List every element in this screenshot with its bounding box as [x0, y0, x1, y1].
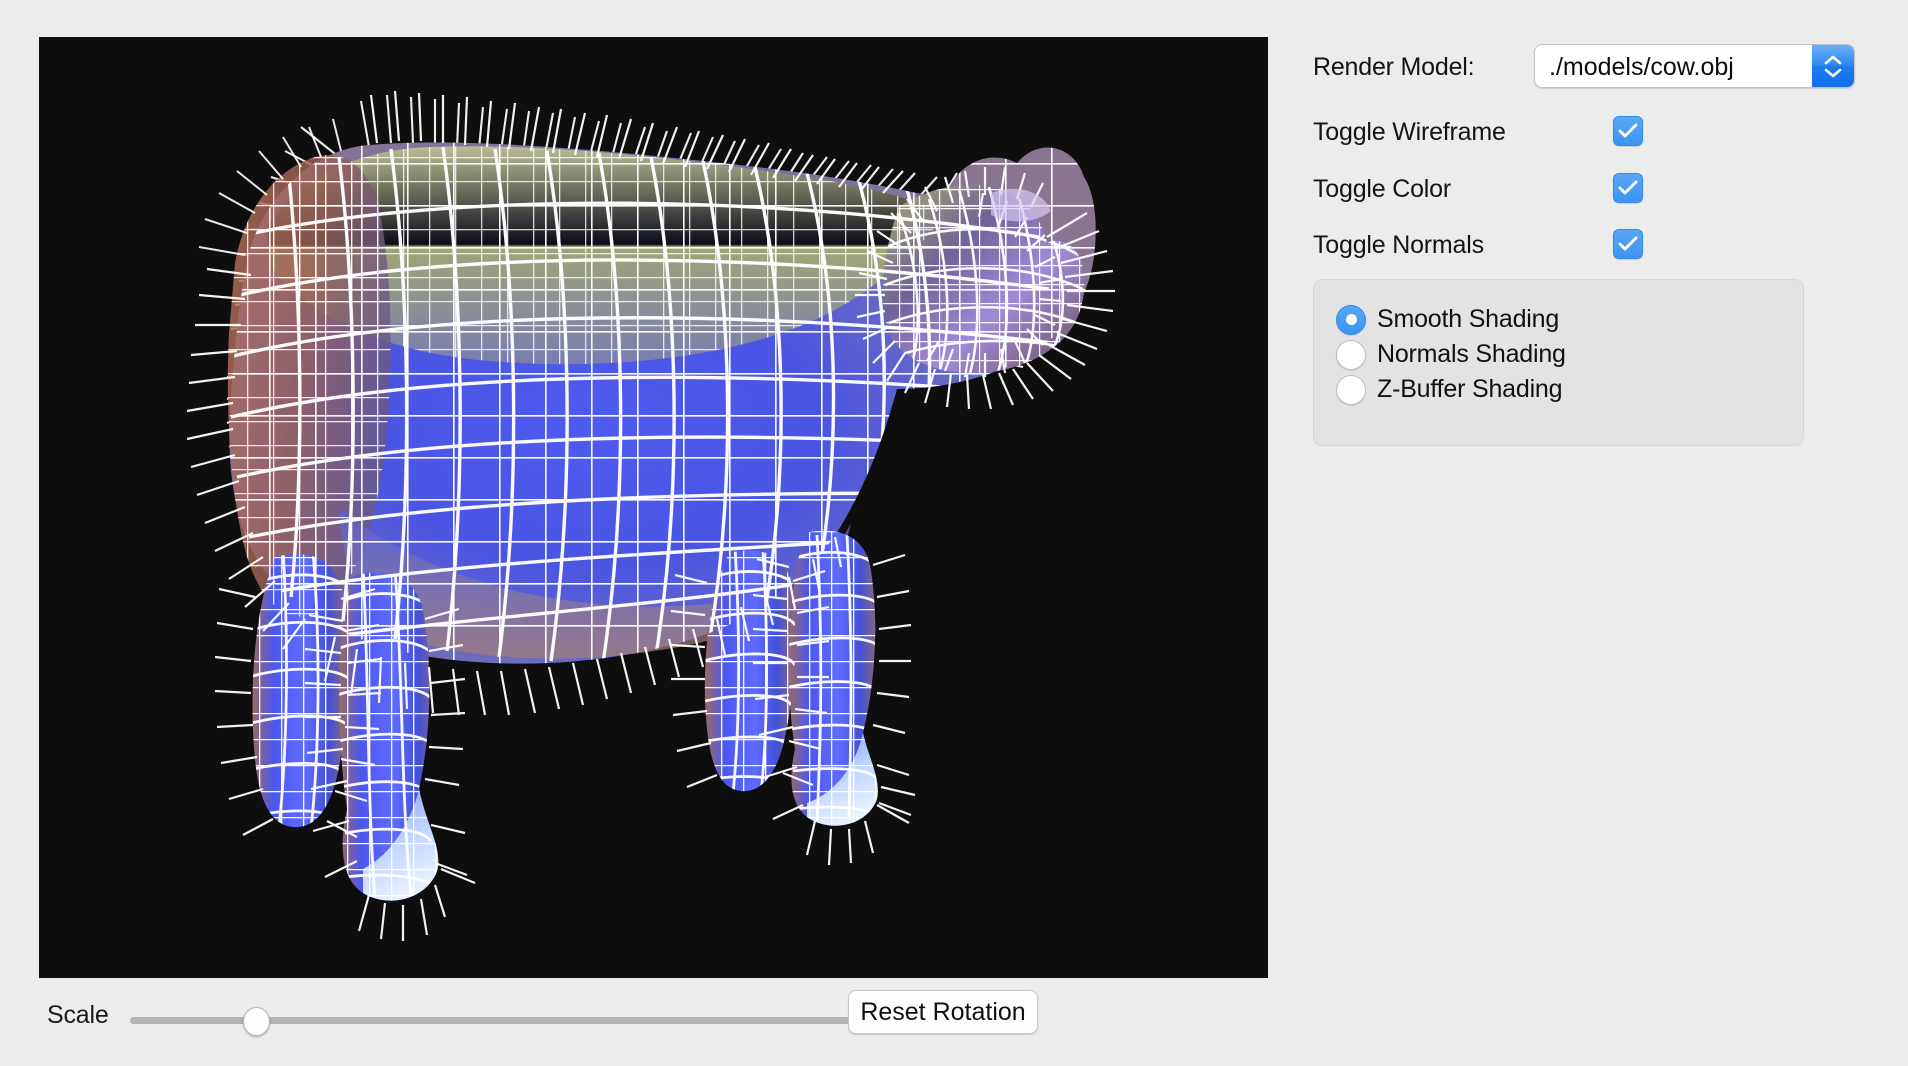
render-model-row: Render Model: ./models/cow.obj — [1313, 44, 1873, 89]
reset-rotation-button[interactable]: Reset Rotation — [848, 990, 1038, 1034]
toggle-normals-row[interactable]: Toggle Normals — [1313, 227, 1873, 267]
toggle-wireframe-label: Toggle Wireframe — [1313, 118, 1506, 146]
select-stepper[interactable] — [1812, 45, 1854, 87]
render-viewport[interactable] — [39, 37, 1268, 978]
shading-mode-group: Smooth Shading Normals Shading Z-Buffer … — [1313, 279, 1804, 446]
radio-zbuffer-shading[interactable]: Z-Buffer Shading — [1336, 372, 1563, 407]
model-render — [39, 37, 1268, 978]
checkmark-icon — [1618, 123, 1638, 138]
radio-normals-shading-label: Normals Shading — [1377, 340, 1566, 368]
scale-label: Scale — [47, 1001, 109, 1029]
chevron-down-icon — [1824, 68, 1842, 77]
radio-zbuffer-shading-control[interactable] — [1336, 374, 1366, 405]
toggle-wireframe-row[interactable]: Toggle Wireframe — [1313, 114, 1873, 154]
radio-smooth-shading-control[interactable] — [1336, 304, 1366, 335]
render-model-value: ./models/cow.obj — [1549, 53, 1734, 81]
radio-zbuffer-shading-label: Z-Buffer Shading — [1377, 375, 1563, 403]
toggle-color-row[interactable]: Toggle Color — [1313, 171, 1873, 211]
radio-normals-shading[interactable]: Normals Shading — [1336, 337, 1566, 372]
toggle-color-checkbox[interactable] — [1613, 173, 1643, 203]
toggle-normals-label: Toggle Normals — [1313, 231, 1484, 259]
render-model-select[interactable]: ./models/cow.obj — [1534, 44, 1855, 88]
toggle-color-label: Toggle Color — [1313, 175, 1451, 203]
scale-slider-thumb[interactable] — [242, 1007, 270, 1036]
radio-smooth-shading-label: Smooth Shading — [1377, 305, 1560, 333]
checkmark-icon — [1618, 236, 1638, 251]
radio-smooth-shading[interactable]: Smooth Shading — [1336, 302, 1559, 337]
toggle-normals-checkbox[interactable] — [1613, 229, 1643, 259]
bottom-toolbar: Scale Reset Rotation — [39, 990, 1268, 1050]
control-panel: Render Model: ./models/cow.obj Toggle Wi… — [1313, 37, 1873, 597]
checkmark-icon — [1618, 180, 1638, 195]
radio-dot-icon — [1345, 314, 1357, 325]
toggle-wireframe-checkbox[interactable] — [1613, 116, 1643, 146]
chevron-up-icon — [1824, 55, 1842, 64]
render-model-label: Render Model: — [1313, 53, 1475, 81]
radio-normals-shading-control[interactable] — [1336, 339, 1366, 370]
